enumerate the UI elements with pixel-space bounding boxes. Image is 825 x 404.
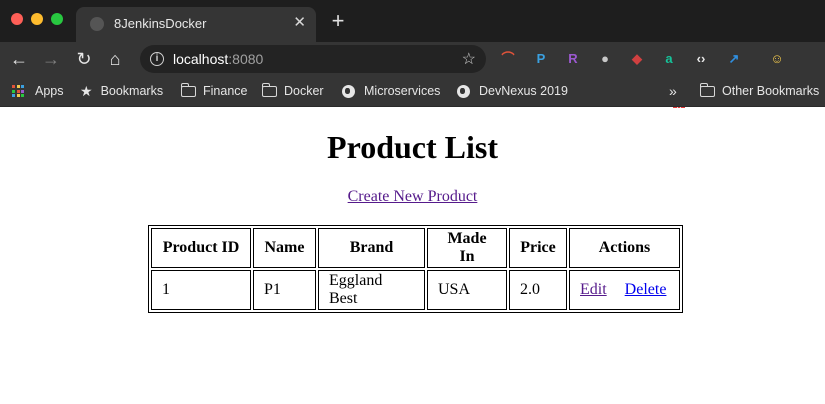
home-icon[interactable]: ⌂: [104, 48, 126, 70]
product-table: Product ID Name Brand Made In Price Acti…: [148, 225, 683, 313]
active-tab[interactable]: 8JenkinsDocker ✕: [76, 7, 316, 42]
bookmark-devnexus[interactable]: DevNexus 2019: [457, 82, 568, 100]
r-extension-icon[interactable]: R: [564, 50, 582, 68]
minimize-window-button[interactable]: [31, 13, 43, 25]
create-link-wrapper: Create New Product: [0, 188, 825, 206]
cell-product-id: 1: [151, 270, 251, 310]
cell-price: 2.0: [509, 270, 567, 310]
forward-arrow-icon[interactable]: →: [40, 48, 62, 70]
bookmark-label: Microservices: [364, 84, 441, 98]
column-header-made-in: Made In: [427, 228, 507, 268]
cell-brand: Eggland Best: [318, 270, 425, 310]
cell-actions: Edit Delete: [569, 270, 680, 310]
bookmark-label: Other Bookmarks: [722, 84, 820, 98]
bookmark-label: DevNexus 2019: [479, 84, 568, 98]
folder-icon: [700, 82, 715, 97]
paint-extension-icon[interactable]: ◆: [628, 50, 646, 68]
grammarly-extension-icon[interactable]: a: [660, 50, 678, 68]
tab-favicon-icon: [90, 17, 104, 31]
folder-icon: [262, 82, 277, 97]
more-bookmarks-chevron-icon[interactable]: »: [669, 83, 677, 99]
bookmark-label: Finance: [203, 84, 248, 98]
tab-close-icon[interactable]: ✕: [293, 14, 306, 32]
url-text[interactable]: localhost:8080: [173, 51, 263, 67]
column-header-product-id: Product ID: [151, 228, 251, 268]
browser-toolbar: ← → ↻ ⌂ i localhost:8080 ☆ ⌒PR●◆a‹›↗☺ 9: [0, 42, 825, 114]
new-tab-button[interactable]: +: [327, 10, 349, 33]
avatar-extension-icon[interactable]: ☺: [768, 50, 786, 68]
p-extension-icon[interactable]: P: [532, 50, 550, 68]
tab-title: 8JenkinsDocker: [114, 16, 207, 31]
column-header-name: Name: [253, 228, 316, 268]
bookmark-other-bookmarks[interactable]: Other Bookmarks: [700, 82, 819, 100]
delete-link[interactable]: Delete: [625, 281, 667, 298]
bookmark-finance[interactable]: Finance: [181, 82, 247, 100]
globe-icon: [457, 84, 470, 98]
bookmark-star-icon[interactable]: ☆: [462, 49, 476, 69]
bookmark-docker[interactable]: Docker: [262, 82, 324, 100]
back-arrow-icon[interactable]: ←: [8, 48, 30, 70]
reload-icon[interactable]: ↻: [73, 48, 95, 70]
tab-strip: 8JenkinsDocker ✕ +: [0, 0, 825, 42]
arrow-extension-icon[interactable]: ↗: [725, 50, 743, 68]
url-port: :8080: [228, 51, 264, 67]
close-window-button[interactable]: [11, 13, 23, 25]
globe-icon: [342, 84, 355, 98]
bookmark-bookmarks[interactable]: ★ Bookmarks: [80, 82, 163, 100]
page-title: Product List: [327, 129, 498, 165]
table-row: 1 P1 Eggland Best USA 2.0 Edit Delete: [151, 270, 680, 310]
page-content: Product List Create New Product Product …: [0, 108, 825, 404]
column-header-brand: Brand: [318, 228, 425, 268]
column-header-price: Price: [509, 228, 567, 268]
folder-icon: [181, 82, 196, 97]
rainbow-extension-icon[interactable]: ⌒: [499, 50, 517, 68]
address-bar[interactable]: i localhost:8080 ☆: [140, 45, 486, 73]
bookmark-label: Docker: [284, 84, 324, 98]
record-extension-icon[interactable]: ●: [596, 50, 614, 68]
star-icon: ★: [80, 82, 93, 99]
bookmark-apps[interactable]: Apps: [12, 82, 64, 100]
cell-name: P1: [253, 270, 316, 310]
bookmark-label: Bookmarks: [100, 84, 164, 98]
column-header-actions: Actions: [569, 228, 680, 268]
create-new-product-link[interactable]: Create New Product: [348, 188, 478, 205]
maximize-window-button[interactable]: [51, 13, 63, 25]
bookmark-microservices[interactable]: Microservices: [342, 82, 440, 100]
url-host: localhost: [173, 51, 229, 67]
apps-grid-icon: [12, 85, 24, 97]
code-extension-icon[interactable]: ‹›: [692, 50, 710, 68]
site-info-icon[interactable]: i: [150, 52, 164, 66]
bookmark-label: Apps: [35, 84, 64, 98]
table-header-row: Product ID Name Brand Made In Price Acti…: [151, 228, 680, 268]
cell-made-in: USA: [427, 270, 507, 310]
edit-link[interactable]: Edit: [580, 281, 607, 298]
bookmarks-bar: Apps ★ Bookmarks Finance Docker Microser…: [0, 76, 825, 107]
